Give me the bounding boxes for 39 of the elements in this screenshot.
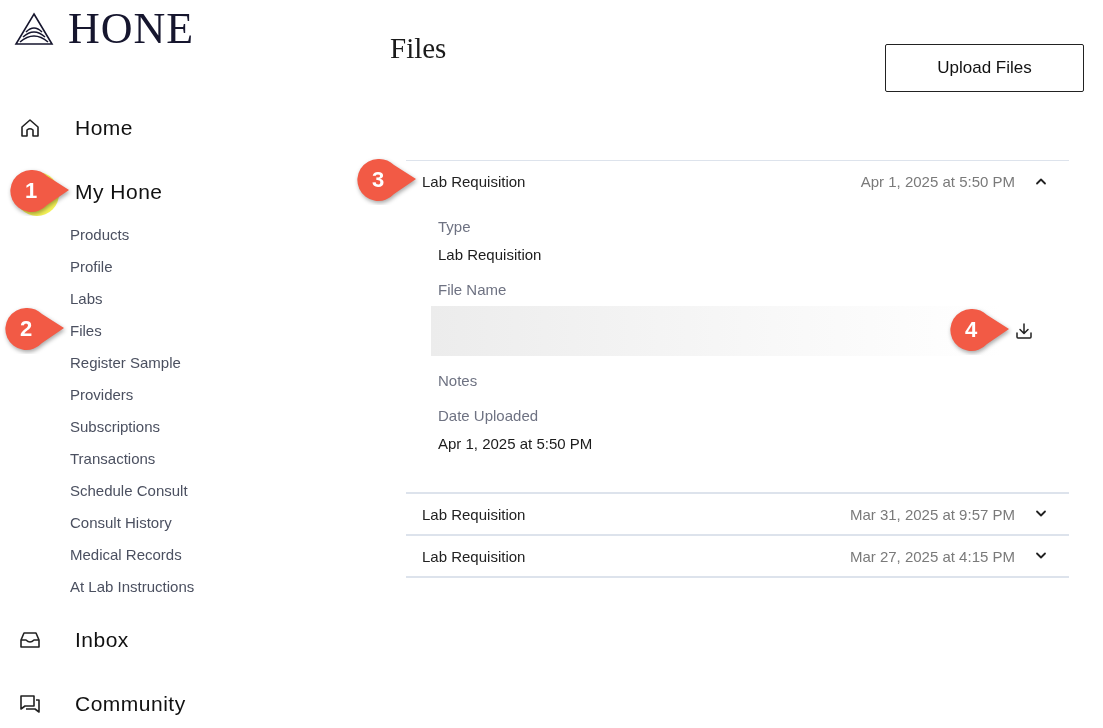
subnav-link[interactable]: Files bbox=[70, 321, 102, 339]
nav-link[interactable]: Inbox bbox=[75, 628, 129, 652]
file-date: Apr 1, 2025 at 5:50 PM bbox=[860, 172, 1015, 190]
subnav-link[interactable]: Medical Records bbox=[70, 545, 182, 563]
subnav-link[interactable]: Register Sample bbox=[70, 353, 181, 371]
chevron-down-icon[interactable] bbox=[1035, 510, 1047, 518]
upload-files-button[interactable]: Upload Files bbox=[885, 44, 1084, 92]
home-icon bbox=[19, 117, 41, 139]
file-date: Mar 31, 2025 at 9:57 PM bbox=[849, 505, 1015, 523]
nav-link[interactable]: Home bbox=[75, 116, 134, 140]
chevron-up-icon[interactable] bbox=[1035, 177, 1047, 185]
file-title[interactable]: Lab Requisition bbox=[422, 547, 526, 565]
file-title[interactable]: Lab Requisition bbox=[422, 505, 526, 523]
file-title[interactable]: Lab Requisition bbox=[422, 172, 526, 190]
subnav-link[interactable]: Providers bbox=[70, 385, 134, 403]
subnav-link[interactable]: Transactions bbox=[70, 449, 156, 467]
download-icon[interactable] bbox=[1015, 322, 1033, 340]
field-label: Notes bbox=[438, 371, 479, 391]
field-value: Apr 1, 2025 at 5:50 PM bbox=[438, 434, 594, 454]
subnav-link[interactable]: Labs bbox=[70, 289, 103, 307]
nav-link[interactable]: Community bbox=[75, 692, 186, 716]
page-title: Files bbox=[390, 32, 447, 65]
subnav-link[interactable]: At Lab Instructions bbox=[70, 577, 195, 595]
chevron-down-icon[interactable] bbox=[1035, 552, 1047, 560]
subnav-link[interactable]: Schedule Consult bbox=[70, 481, 188, 499]
inbox-icon bbox=[19, 629, 41, 651]
field-label: File Name bbox=[438, 280, 508, 300]
subnav-link[interactable]: Products bbox=[70, 225, 130, 243]
subnav-link[interactable]: Consult History bbox=[70, 513, 172, 531]
subnav-link[interactable]: Subscriptions bbox=[70, 417, 161, 435]
chat-bubbles-icon bbox=[19, 693, 41, 715]
field-label: Type bbox=[438, 217, 472, 237]
logo-wordmark: HONE bbox=[68, 12, 195, 46]
nav-link[interactable]: My Hone bbox=[75, 180, 163, 204]
field-value: Lab Requisition bbox=[438, 245, 543, 265]
logo-triangle-icon bbox=[14, 12, 54, 46]
file-date: Mar 27, 2025 at 4:15 PM bbox=[849, 547, 1015, 565]
field-label: Date Uploaded bbox=[438, 406, 540, 426]
subnav-link[interactable]: Profile bbox=[70, 257, 113, 275]
